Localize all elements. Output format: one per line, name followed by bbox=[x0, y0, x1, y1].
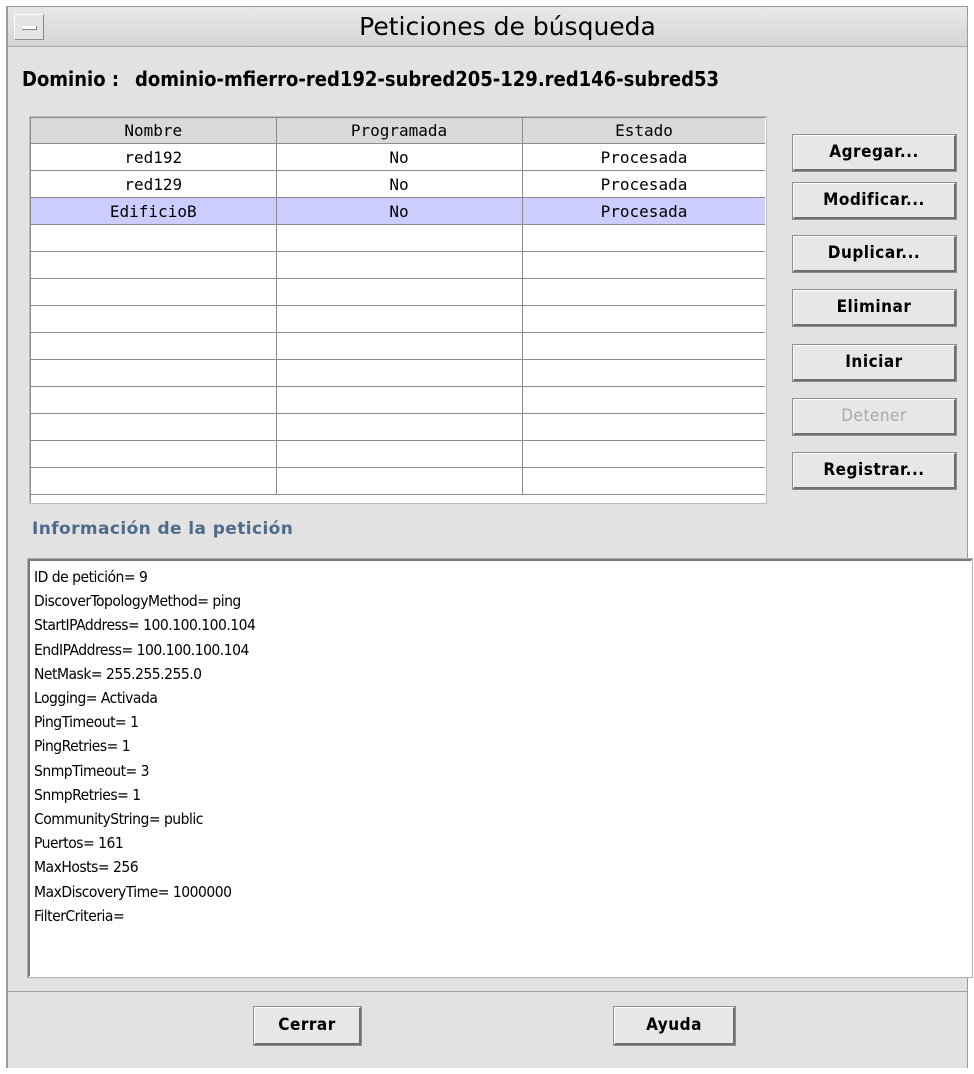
cell-scheduled bbox=[276, 359, 523, 387]
table-row[interactable] bbox=[31, 278, 765, 306]
cell-scheduled bbox=[276, 467, 523, 495]
info-line: NetMask= 255.255.255.0 bbox=[34, 664, 202, 683]
table-row[interactable] bbox=[31, 413, 765, 441]
column-header-name[interactable]: Nombre bbox=[31, 118, 277, 144]
table-row[interactable] bbox=[31, 440, 765, 468]
table-row[interactable]: EdificioB No Procesada bbox=[31, 197, 765, 225]
start-button[interactable]: Iniciar bbox=[792, 344, 957, 382]
cell-scheduled: No bbox=[276, 143, 523, 171]
table-row[interactable] bbox=[31, 359, 765, 387]
table-row[interactable] bbox=[31, 305, 765, 333]
cell-scheduled: No bbox=[276, 197, 523, 225]
cell-name bbox=[31, 224, 277, 252]
cell-status bbox=[522, 278, 765, 306]
info-line: DiscoverTopologyMethod= ping bbox=[34, 592, 241, 611]
window-title: Peticiones de búsqueda bbox=[359, 12, 656, 41]
domain-row: Dominio : dominio-mfierro-red192-subred20… bbox=[22, 64, 719, 94]
close-button[interactable]: Cerrar bbox=[253, 1006, 362, 1046]
info-line: MaxDiscoveryTime= 1000000 bbox=[34, 882, 232, 901]
cell-status bbox=[522, 467, 765, 495]
request-info-area[interactable]: ID de petición= 9 DiscoverTopologyMethod… bbox=[27, 558, 973, 978]
request-info-text: ID de petición= 9 DiscoverTopologyMethod… bbox=[30, 561, 971, 928]
table-row[interactable] bbox=[31, 332, 765, 360]
table-row[interactable] bbox=[31, 251, 765, 279]
cell-status bbox=[522, 332, 765, 360]
cell-scheduled bbox=[276, 305, 523, 333]
table-row[interactable] bbox=[31, 224, 765, 252]
cell-scheduled bbox=[276, 386, 523, 414]
cell-name bbox=[31, 359, 277, 387]
requests-grid: Nombre Programada Estado red192 No Procesa… bbox=[31, 118, 765, 495]
request-info-label: Información de la petición bbox=[32, 519, 294, 539]
cell-status bbox=[522, 251, 765, 279]
column-header-scheduled[interactable]: Programada bbox=[276, 118, 523, 144]
cell-name bbox=[31, 251, 277, 279]
info-line: SnmpTimeout= 3 bbox=[34, 761, 150, 780]
window-menu-button[interactable] bbox=[14, 14, 44, 40]
info-line: ID de petición= 9 bbox=[34, 568, 148, 586]
table-row[interactable]: red129 No Procesada bbox=[31, 170, 765, 198]
info-line: MaxHosts= 256 bbox=[34, 858, 139, 877]
stop-button: Detener bbox=[792, 398, 957, 436]
cell-name bbox=[31, 413, 277, 441]
cell-status: Procesada bbox=[522, 170, 765, 198]
cell-name bbox=[31, 332, 277, 360]
cell-status bbox=[522, 224, 765, 252]
domain-label: Dominio : bbox=[22, 67, 120, 91]
cell-name: red192 bbox=[31, 143, 277, 171]
cell-name bbox=[31, 386, 277, 414]
help-button[interactable]: Ayuda bbox=[613, 1006, 736, 1046]
info-line: PingTimeout= 1 bbox=[34, 713, 139, 732]
cell-scheduled bbox=[276, 413, 523, 441]
cell-status bbox=[522, 305, 765, 333]
title-bar: Peticiones de búsqueda bbox=[8, 7, 967, 47]
info-line: CommunityString= public bbox=[34, 810, 203, 829]
cell-scheduled bbox=[276, 278, 523, 306]
info-line: Logging= Activada bbox=[34, 689, 158, 708]
cell-status bbox=[522, 440, 765, 468]
info-line: SnmpRetries= 1 bbox=[34, 785, 141, 804]
info-line: StartIPAddress= 100.100.100.104 bbox=[34, 616, 256, 635]
table-row[interactable] bbox=[31, 386, 765, 414]
table-row[interactable]: red192 No Procesada bbox=[31, 143, 765, 171]
domain-value: dominio-mfierro-red192-subred205-129.red… bbox=[135, 67, 720, 91]
delete-button[interactable]: Eliminar bbox=[792, 289, 957, 327]
table-row[interactable] bbox=[31, 467, 765, 495]
cell-name bbox=[31, 440, 277, 468]
modify-button[interactable]: Modificar... bbox=[792, 182, 957, 220]
table-header-row: Nombre Programada Estado bbox=[31, 118, 765, 144]
info-line: Puertos= 161 bbox=[34, 834, 124, 853]
cell-scheduled bbox=[276, 224, 523, 252]
cell-scheduled bbox=[276, 332, 523, 360]
duplicate-button[interactable]: Duplicar... bbox=[792, 235, 957, 273]
cell-scheduled: No bbox=[276, 170, 523, 198]
cell-status: Procesada bbox=[522, 197, 765, 225]
cell-scheduled bbox=[276, 440, 523, 468]
cell-status bbox=[522, 359, 765, 387]
cell-status bbox=[522, 386, 765, 414]
add-button[interactable]: Agregar... bbox=[792, 134, 957, 172]
cell-name bbox=[31, 467, 277, 495]
log-button[interactable]: Registrar... bbox=[792, 452, 957, 490]
info-line: FilterCriteria= bbox=[34, 906, 125, 925]
cell-status bbox=[522, 413, 765, 441]
info-line: EndIPAddress= 100.100.100.104 bbox=[34, 640, 249, 659]
cell-name bbox=[31, 305, 277, 333]
column-header-status[interactable]: Estado bbox=[522, 118, 765, 144]
search-requests-window: Peticiones de búsqueda Dominio : dominio-… bbox=[6, 6, 973, 1070]
info-line: PingRetries= 1 bbox=[34, 737, 131, 756]
cell-scheduled bbox=[276, 251, 523, 279]
window-menu-icon bbox=[22, 26, 37, 30]
cell-status: Procesada bbox=[522, 143, 765, 171]
cell-name bbox=[31, 278, 277, 306]
cell-name: EdificioB bbox=[31, 197, 277, 225]
cell-name: red129 bbox=[31, 170, 277, 198]
footer-panel bbox=[8, 991, 967, 1070]
requests-table: Nombre Programada Estado red192 No Procesa… bbox=[29, 116, 767, 504]
